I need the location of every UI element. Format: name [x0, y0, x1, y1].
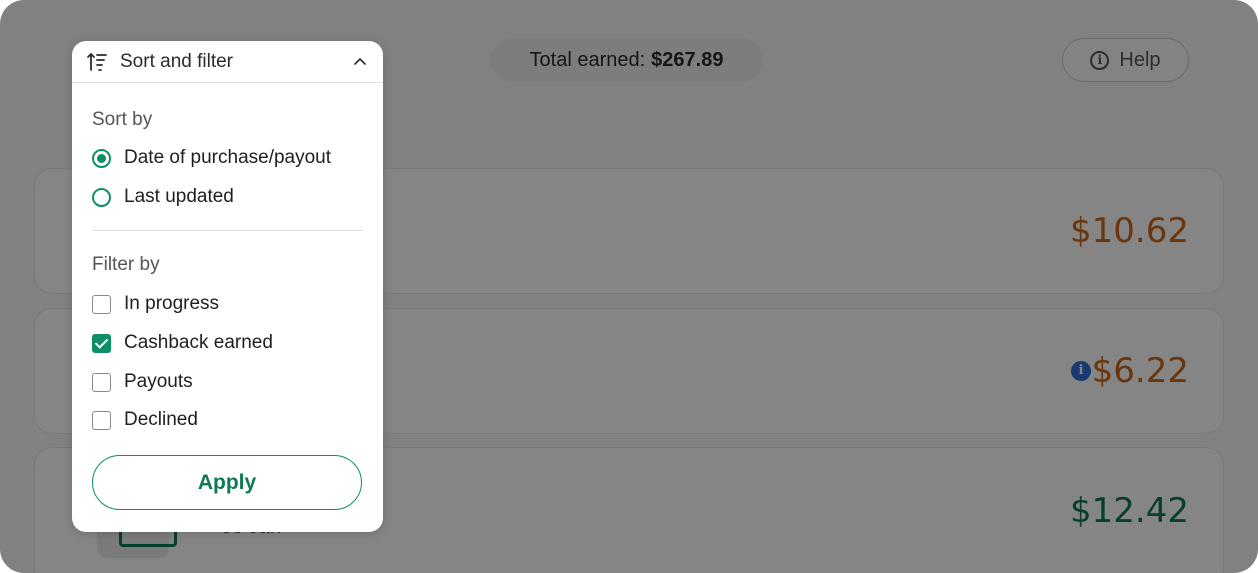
filter-option-declined[interactable]: Declined — [92, 409, 198, 431]
checkbox[interactable] — [92, 294, 111, 314]
sort-option-label: Last updated — [124, 186, 234, 207]
filter-option-payouts[interactable]: Payouts — [92, 371, 193, 393]
filter-option-label: Declined — [124, 409, 198, 430]
panel-title: Sort and filter — [120, 50, 233, 72]
chevron-up-icon[interactable] — [353, 55, 367, 69]
sort-option-label: Date of purchase/payout — [124, 147, 332, 168]
sort-filter-panel: Sort and filter Sort by Date of purchase… — [72, 41, 383, 532]
divider — [92, 230, 363, 231]
filter-by-label: Filter by — [92, 254, 160, 275]
radio-button[interactable] — [92, 148, 111, 168]
sort-option-date[interactable]: Date of purchase/payout — [92, 147, 331, 169]
radio-button[interactable] — [92, 187, 111, 207]
filter-option-in-progress[interactable]: In progress — [92, 293, 219, 315]
filter-option-label: Payouts — [124, 371, 193, 392]
sort-option-last-updated[interactable]: Last updated — [92, 186, 234, 208]
app-frame: Total earned: $267.89 i Help $10.62 i $6… — [0, 0, 1258, 573]
filter-option-cashback-earned[interactable]: Cashback earned — [92, 332, 273, 354]
sort-by-label: Sort by — [92, 109, 153, 130]
filter-option-label: In progress — [124, 293, 220, 314]
filter-option-label: Cashback earned — [124, 332, 273, 353]
apply-button[interactable]: Apply — [92, 455, 362, 510]
checkbox[interactable] — [92, 372, 111, 392]
sort-icon — [87, 52, 107, 71]
checkbox[interactable] — [92, 333, 111, 353]
sort-filter-toggle[interactable]: Sort and filter — [72, 41, 383, 83]
checkbox[interactable] — [92, 410, 111, 430]
